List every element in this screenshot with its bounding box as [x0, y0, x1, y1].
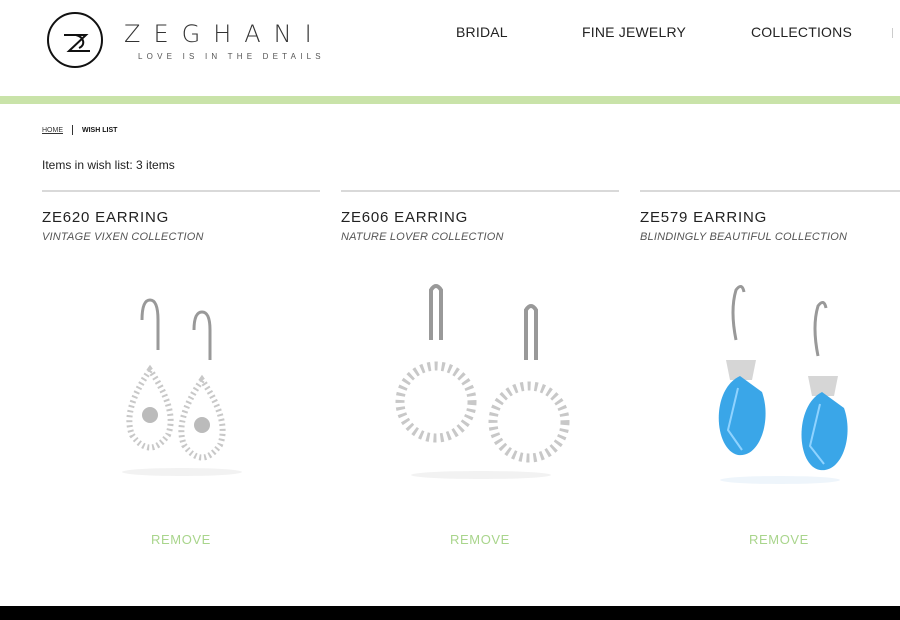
breadcrumb-home-link[interactable]: HOME [42, 127, 63, 134]
brand-tagline: LOVE IS IN THE DETAILS [138, 52, 325, 61]
product-image[interactable] [82, 280, 282, 510]
wishlist-item: ZE620 EARRING VINTAGE VIXEN COLLECTION R… [42, 190, 320, 560]
product-image[interactable] [381, 280, 581, 510]
breadcrumb-separator [72, 125, 73, 135]
breadcrumb-current: WISH LIST [82, 126, 118, 134]
site-header: ZEGHANI LOVE IS IN THE DETAILS BRIDAL FI… [0, 0, 900, 96]
card-divider [42, 190, 320, 192]
card-divider [640, 190, 900, 192]
product-title[interactable]: ZE606 EARRING [341, 209, 468, 226]
nav-item-bridal[interactable]: BRIDAL [456, 24, 508, 40]
accent-bar [0, 96, 900, 104]
product-collection: VINTAGE VIXEN COLLECTION [42, 231, 204, 243]
nav-item-fine-jewelry[interactable]: FINE JEWELRY [582, 24, 686, 40]
wishlist-count: Items in wish list: 3 items [42, 158, 175, 172]
remove-button[interactable]: REMOVE [341, 532, 619, 547]
wishlist-item: ZE606 EARRING NATURE LOVER COLLECTION RE… [341, 190, 619, 560]
product-title[interactable]: ZE620 EARRING [42, 209, 169, 226]
main-nav: BRIDAL FINE JEWELRY COLLECTIONS [0, 24, 900, 44]
remove-button[interactable]: REMOVE [42, 532, 320, 547]
nav-divider [892, 28, 900, 38]
product-title[interactable]: ZE579 EARRING [640, 209, 767, 226]
site-footer [0, 606, 900, 620]
card-divider [341, 190, 619, 192]
wishlist-item: ZE579 EARRING BLINDINGLY BEAUTIFUL COLLE… [640, 190, 900, 560]
remove-button[interactable]: REMOVE [640, 532, 900, 547]
breadcrumb: HOME WISH LIST [42, 125, 117, 135]
nav-item-collections[interactable]: COLLECTIONS [751, 24, 852, 40]
product-collection: BLINDINGLY BEAUTIFUL COLLECTION [640, 231, 848, 243]
product-image[interactable] [680, 280, 880, 510]
product-collection: NATURE LOVER COLLECTION [341, 231, 504, 243]
